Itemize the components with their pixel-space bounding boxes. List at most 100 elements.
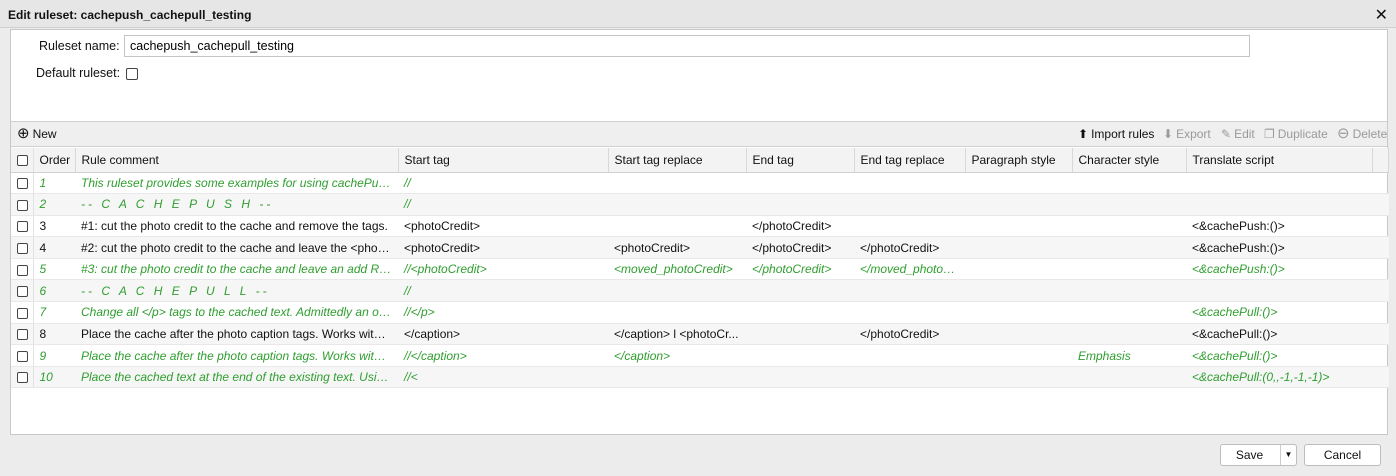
row-checkbox[interactable] [11,193,34,216]
cell-paragraph-style [965,258,1072,281]
cell-order: 4 [33,236,75,259]
cell-translate-script: <&cachePush:()> [1186,236,1372,259]
row-checkbox[interactable] [11,344,34,367]
save-button[interactable]: Save ▼ [1220,444,1297,466]
table-row[interactable]: 8 Place the cache after the photo caption… [11,323,1389,346]
cell-end-tag: </photoCredit> [746,215,854,238]
save-label: Save [1235,448,1264,462]
cell-start-tag: </caption> [398,323,608,346]
column-header-end-tag-replace[interactable]: End tag replace [854,148,966,173]
cell-character-style [1072,236,1186,259]
cell-filler [1372,258,1389,281]
cell-end-tag-replace [854,366,965,389]
cell-filler [1372,193,1389,216]
cell-start-tag: // [398,279,608,303]
column-header-paragraph-style[interactable]: Paragraph style [965,148,1073,173]
cell-paragraph-style [965,301,1072,324]
cell-rule-comment: -- C A C H E P U S H -- [75,193,398,216]
row-checkbox[interactable] [11,323,34,346]
cell-translate-script: <&cachePush:()> [1186,215,1372,238]
column-header-start-tag[interactable]: Start tag [398,148,609,173]
cell-start-tag-replace: </caption> [608,344,746,367]
cell-end-tag-replace [854,279,965,303]
table-row[interactable]: 3 #1: cut the photo credit to the cache a… [11,215,1389,238]
cell-rule-comment: This ruleset provides some examples for … [75,172,398,195]
cell-character-style [1072,279,1186,303]
cell-end-tag-replace [854,193,965,216]
new-button[interactable]: ⊕ New [17,126,57,141]
cell-filler [1372,344,1389,367]
import-rules-button[interactable]: ⬆ Import rules [1078,127,1154,141]
table-header: Order Rule comment Start tag Start tag r… [11,148,1389,173]
pencil-icon: ✎ [1221,127,1232,141]
cell-start-tag-replace [608,279,746,303]
column-header-character-style[interactable]: Character style [1072,148,1187,173]
table-row[interactable]: 1 This ruleset provides some examples for… [11,172,1389,195]
cell-start-tag-replace: <moved_photoCredit> [608,258,746,281]
new-label: New [32,127,57,141]
close-icon[interactable]: ✕ [1375,5,1388,25]
delete-button[interactable]: ⊖ Delete [1337,126,1387,141]
cell-end-tag [746,279,854,303]
cell-rule-comment: Change all </p> tags to the cached text.… [75,301,398,324]
cell-end-tag-replace [854,301,965,324]
default-ruleset-checkbox[interactable] [126,68,138,80]
cell-translate-script: <&cachePull:()> [1186,323,1372,346]
cell-start-tag: //</caption> [398,344,608,367]
row-checkbox[interactable] [11,236,34,259]
row-checkbox[interactable] [11,366,34,389]
row-checkbox[interactable] [11,172,34,195]
cell-order: 2 [33,193,75,216]
cell-filler [1372,301,1389,324]
cell-rule-comment: #3: cut the photo credit to the cache an… [75,258,398,281]
select-all-checkbox[interactable] [11,148,34,173]
cell-character-style [1072,258,1186,281]
edit-button[interactable]: ✎ Edit [1221,127,1255,141]
row-checkbox[interactable] [11,215,34,238]
table-row[interactable]: 4 #2: cut the photo credit to the cache a… [11,236,1389,259]
duplicate-label: Duplicate [1277,127,1328,141]
row-checkbox[interactable] [11,301,34,324]
cell-end-tag-replace [854,344,965,367]
column-header-start-tag-replace[interactable]: Start tag replace [608,148,747,173]
cell-rule-comment: #2: cut the photo credit to the cache an… [75,236,398,259]
row-checkbox[interactable] [11,258,34,281]
save-dropdown-arrow-icon[interactable]: ▼ [1280,445,1296,465]
table-row[interactable]: 2 -- C A C H E P U S H --// [11,193,1389,216]
cell-end-tag: </photoCredit> [746,236,854,259]
upload-icon: ⬆ [1078,127,1089,141]
cell-start-tag: //<photoCredit> [398,258,608,281]
ruleset-name-input[interactable] [124,35,1250,57]
cell-order: 3 [33,215,75,238]
export-button[interactable]: ⬇ Export [1163,127,1211,141]
table-row[interactable]: 9 Place the cache after the photo caption… [11,344,1389,367]
cell-order: 5 [33,258,75,281]
ruleset-form: Ruleset name: Default ruleset: [11,30,1387,121]
cell-rule-comment: -- C A C H E P U L L -- [75,279,398,303]
table-row[interactable]: 10 Place the cached text at the end of th… [11,366,1389,389]
cell-translate-script: <&cachePull:()> [1186,301,1372,324]
column-header-translate-script[interactable]: Translate script [1186,148,1373,173]
cell-translate-script: <&cachePush:()> [1186,258,1372,281]
cancel-button[interactable]: Cancel [1304,444,1381,466]
table-row[interactable]: 7 Change all </p> tags to the cached text… [11,301,1389,324]
cell-character-style: Emphasis [1072,344,1186,367]
column-header-order[interactable]: Order [33,148,76,173]
duplicate-button[interactable]: ❐ Duplicate [1264,127,1328,141]
cell-paragraph-style [965,236,1072,259]
cell-end-tag-replace [854,215,965,238]
table-row[interactable]: 6 -- C A C H E P U L L --// [11,279,1389,303]
cell-end-tag-replace: </photoCredit> [854,323,965,346]
table-row[interactable]: 5 #3: cut the photo credit to the cache a… [11,258,1389,281]
cell-paragraph-style [965,344,1072,367]
column-header-end-tag[interactable]: End tag [746,148,855,173]
cell-start-tag-replace [608,172,746,195]
cell-paragraph-style [965,279,1072,303]
cell-start-tag: <photoCredit> [398,215,608,238]
row-checkbox[interactable] [11,279,34,303]
ruleset-name-label: Ruleset name: [39,39,120,53]
cell-start-tag: // [398,193,608,216]
dialog-title: Edit ruleset: cachepush_cachepull_testin… [8,8,252,22]
column-header-rule-comment[interactable]: Rule comment [75,148,399,173]
cell-start-tag-replace [608,193,746,216]
